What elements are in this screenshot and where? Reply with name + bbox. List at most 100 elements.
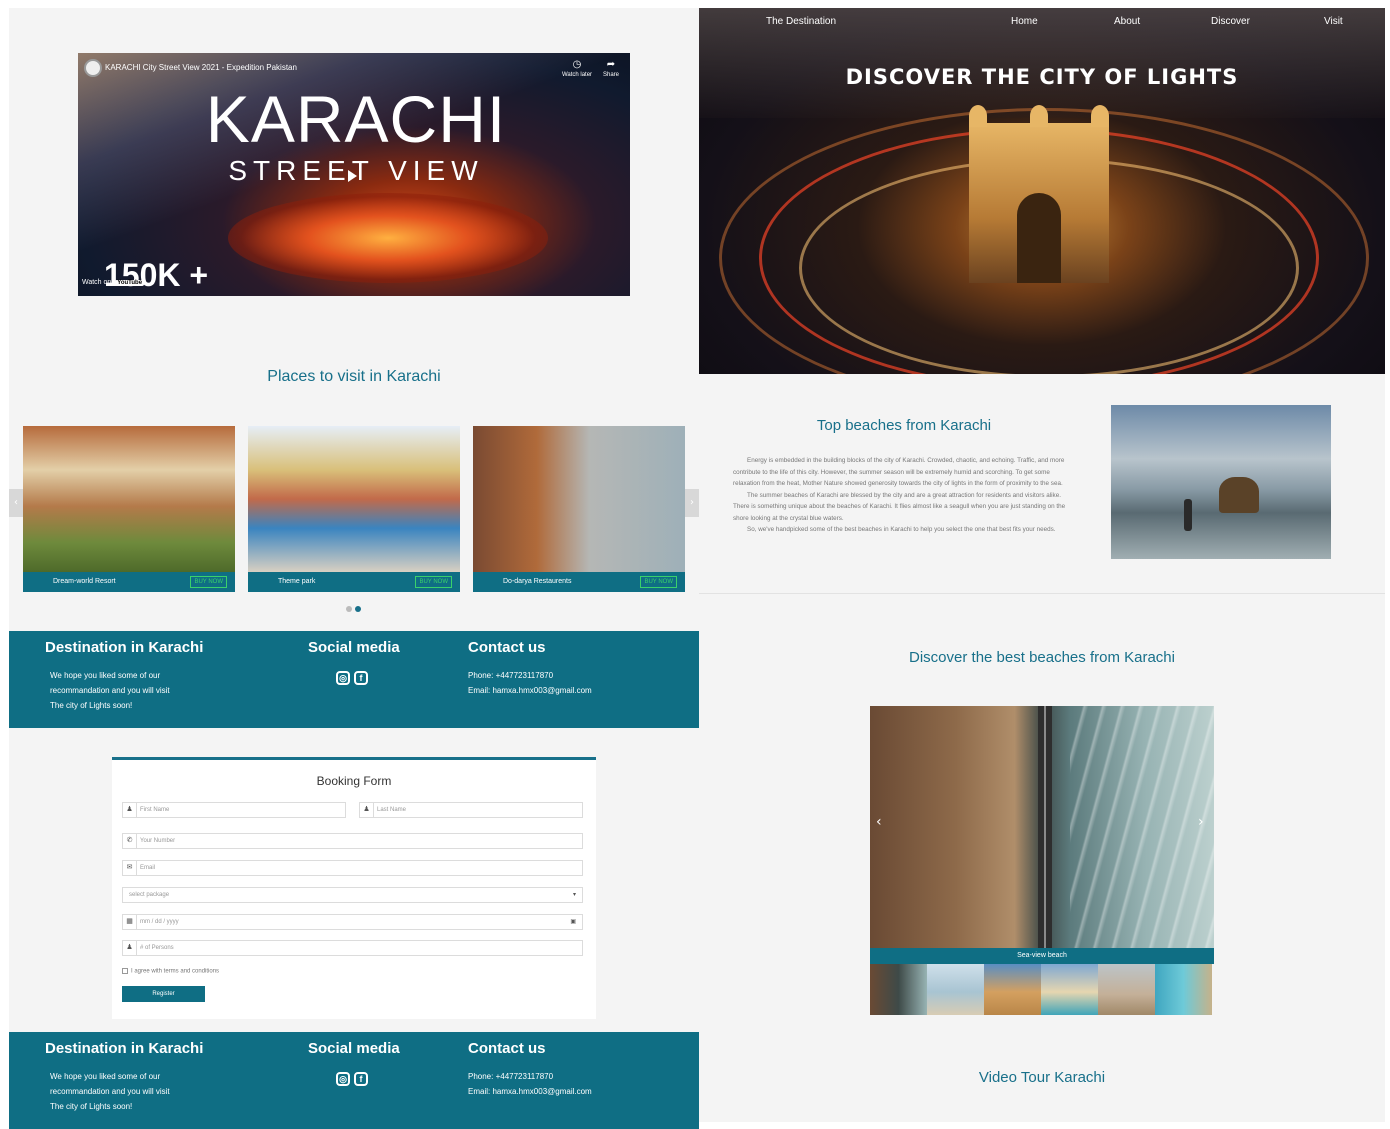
nav-item-about[interactable]: About <box>1114 16 1140 27</box>
footer-destination-title: Destination in Karachi <box>45 1040 204 1057</box>
terms-label: I agree with terms and conditions <box>131 968 220 975</box>
gallery-prev-button[interactable]: ‹ <box>876 814 882 830</box>
footer-line: recommandation and you will visit <box>50 1087 170 1096</box>
video-tour-title: Video Tour Karachi <box>978 1069 1106 1086</box>
register-button[interactable]: Register <box>122 986 205 1002</box>
channel-avatar[interactable] <box>84 59 102 77</box>
surf-shape <box>1070 706 1214 948</box>
footer-contact-title: Contact us <box>468 639 546 656</box>
footer-line: We hope you liked some of our <box>50 671 161 680</box>
section-divider <box>699 593 1385 594</box>
phone-placeholder: Your Number <box>140 838 176 844</box>
last-name-field[interactable]: ♟ Last Name <box>359 802 583 818</box>
top-nav: The Destination Home About Discover Visi… <box>699 16 1385 32</box>
footer-email[interactable]: Email: hamxa.hmx003@gmail.com <box>468 1084 592 1099</box>
carousel-next-button[interactable]: › <box>685 489 699 517</box>
package-select[interactable]: select package ▾ <box>122 887 583 903</box>
share-label: Share <box>602 72 619 78</box>
first-name-field[interactable]: ♟ First Name <box>122 802 346 818</box>
place-image-resort <box>23 426 235 572</box>
terms-checkbox-row[interactable]: I agree with terms and conditions <box>122 968 219 975</box>
booking-form: Booking Form ♟ First Name ♟ Last Name ✆ You… <box>112 757 596 1019</box>
hero-monument <box>969 105 1109 283</box>
watch-later-button[interactable]: ◷ Watch later <box>559 59 595 78</box>
places-section-title: Places to visit in Karachi <box>267 368 441 385</box>
calendar-picker-icon[interactable]: ▣ <box>570 915 576 929</box>
video-overlay-views: 150K + <box>104 257 209 293</box>
footer-contact-text: Phone: +447723117870 Email: hamxa.hmx003… <box>468 1069 592 1099</box>
site-footer: Destination in Karachi We hope you liked… <box>9 631 699 728</box>
user-icon: ♟ <box>360 803 374 817</box>
place-card[interactable]: Theme park BUY NOW <box>248 426 460 592</box>
share-button[interactable]: ➦ Share <box>599 59 623 78</box>
footer-email[interactable]: Email: hamxa.hmx003@gmail.com <box>468 683 592 698</box>
phone-field[interactable]: ✆ Your Number <box>122 833 583 849</box>
monument-dome <box>1091 105 1109 127</box>
watch-on-youtube-link[interactable]: Watch on YouTube <box>82 279 145 286</box>
beach-camel-image <box>1111 405 1331 559</box>
nav-item-home[interactable]: Home <box>1011 16 1038 27</box>
date-placeholder: mm / dd / yyyy <box>140 919 179 925</box>
instagram-icon[interactable]: ◎ <box>336 671 350 685</box>
video-overlay-title: KARACHI <box>205 82 507 156</box>
footer-line: The city of Lights soon! <box>50 1102 133 1111</box>
buy-now-button[interactable]: BUY NOW <box>190 576 227 588</box>
place-card-bar: Theme park BUY NOW <box>248 572 460 592</box>
discover-beaches-title: Discover the best beaches from Karachi <box>909 649 1175 666</box>
place-card[interactable]: Dream-world Resort BUY NOW <box>23 426 235 592</box>
beaches-paragraph: So, we've handpicked some of the best be… <box>747 526 1056 533</box>
video-thumbnail-city-lights <box>228 193 548 283</box>
site-footer: Destination in Karachi We hope you liked… <box>9 1032 699 1129</box>
gallery-next-button[interactable]: › <box>1198 814 1204 830</box>
email-placeholder: Email <box>140 865 156 871</box>
nav-brand[interactable]: The Destination <box>766 16 836 27</box>
instagram-icon[interactable]: ◎ <box>336 1072 350 1086</box>
gallery-thumbnail[interactable] <box>984 964 1041 1015</box>
buy-now-button[interactable]: BUY NOW <box>640 576 677 588</box>
footer-social-title: Social media <box>308 1040 400 1057</box>
gallery-thumbnail[interactable] <box>927 964 984 1015</box>
gallery-thumbnail[interactable] <box>1098 964 1155 1015</box>
place-card[interactable]: Do-darya Restaurents BUY NOW <box>473 426 685 592</box>
last-name-placeholder: Last Name <box>377 807 407 813</box>
place-name: Do-darya Restaurents <box>503 578 572 585</box>
persons-placeholder: # of Persons <box>140 945 174 951</box>
gallery-thumbnail[interactable] <box>1041 964 1098 1015</box>
user-icon: ♟ <box>123 803 137 817</box>
calendar-icon: ▦ <box>123 915 137 929</box>
email-field[interactable]: ✉ Email <box>122 860 583 876</box>
place-card-bar: Do-darya Restaurents BUY NOW <box>473 572 685 592</box>
carousel-prev-button[interactable]: ‹ <box>9 489 23 517</box>
footer-phone: Phone: +447723117870 <box>468 1072 554 1081</box>
terms-checkbox[interactable] <box>122 968 128 974</box>
video-title[interactable]: KARACHI City Street View 2021 - Expediti… <box>105 63 297 72</box>
place-card-bar: Dream-world Resort BUY NOW <box>23 572 235 592</box>
play-icon[interactable] <box>348 170 357 182</box>
facebook-icon[interactable]: f <box>354 1072 368 1086</box>
gallery-caption: Sea-view beach <box>870 948 1214 964</box>
user-icon: ♟ <box>123 941 137 955</box>
carousel-dot-1[interactable] <box>346 606 352 612</box>
gallery-thumbnail[interactable] <box>870 964 927 1015</box>
gallery-main-image <box>870 706 1214 948</box>
person-shape <box>1184 499 1192 531</box>
place-image-restaurant <box>473 426 685 572</box>
monument-dome <box>969 105 987 127</box>
gallery-thumbnail[interactable] <box>1155 964 1212 1015</box>
nav-item-discover[interactable]: Discover <box>1211 16 1250 27</box>
footer-phone: Phone: +447723117870 <box>468 671 554 680</box>
nav-item-visit[interactable]: Visit <box>1324 16 1343 27</box>
footer-social-icons: ◎ f <box>336 1070 372 1086</box>
place-name: Dream-world Resort <box>53 578 116 585</box>
embedded-video-player[interactable]: KARACHI City Street View 2021 - Expediti… <box>78 53 630 296</box>
persons-field[interactable]: ♟ # of Persons <box>122 940 583 956</box>
facebook-icon[interactable]: f <box>354 671 368 685</box>
buy-now-button[interactable]: BUY NOW <box>415 576 452 588</box>
date-field[interactable]: ▦ mm / dd / yyyy ▣ <box>122 914 583 930</box>
carousel-dot-2-active[interactable] <box>355 606 361 612</box>
camel-shape <box>1219 477 1259 513</box>
footer-line: recommandation and you will visit <box>50 686 170 695</box>
footer-line: We hope you liked some of our <box>50 1072 161 1081</box>
footer-social-icons: ◎ f <box>336 669 372 685</box>
hero-banner: The Destination Home About Discover Visi… <box>699 8 1385 374</box>
